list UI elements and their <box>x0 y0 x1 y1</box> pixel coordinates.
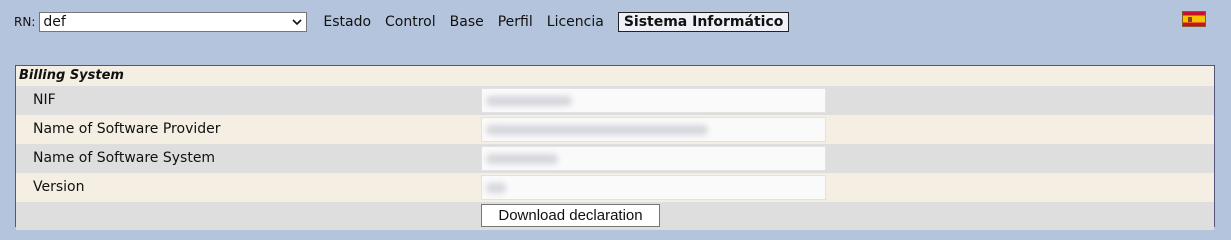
redacted-value <box>486 125 708 135</box>
software-provider-field[interactable] <box>481 117 826 142</box>
redacted-value <box>486 183 506 193</box>
version-row: Version <box>16 173 1214 202</box>
version-field[interactable] <box>481 175 826 200</box>
nav-perfil[interactable]: Perfil <box>498 14 533 30</box>
rn-label: RN: <box>14 15 36 29</box>
software-provider-label: Name of Software Provider <box>33 121 221 137</box>
software-system-row: Name of Software System <box>16 144 1214 173</box>
download-declaration-button[interactable]: Download declaration <box>481 204 660 227</box>
software-provider-row: Name of Software Provider <box>16 115 1214 144</box>
spain-flag-icon[interactable] <box>1182 11 1206 27</box>
top-bar: RN: def Estado Control Base Perfil Licen… <box>14 11 790 33</box>
billing-system-title: Billing System <box>16 66 1214 86</box>
redacted-value <box>486 154 558 164</box>
nav-base[interactable]: Base <box>450 14 484 30</box>
nav-estado[interactable]: Estado <box>323 14 371 30</box>
download-row: Download declaration <box>16 202 1214 230</box>
redacted-value <box>486 96 572 106</box>
main-nav: Estado Control Base Perfil Licencia Sist… <box>323 12 790 32</box>
billing-system-panel: Billing System NIF Name of Software Prov… <box>15 65 1215 230</box>
flag-crest <box>1188 17 1192 22</box>
nif-field[interactable] <box>481 88 826 113</box>
nav-sistema-informatico[interactable]: Sistema Informático <box>617 12 790 32</box>
chevron-down-icon <box>292 19 302 26</box>
software-system-label: Name of Software System <box>33 150 216 166</box>
software-system-field[interactable] <box>481 146 826 171</box>
nif-label: NIF <box>33 92 56 108</box>
nif-row: NIF <box>16 86 1214 115</box>
nav-licencia[interactable]: Licencia <box>547 14 604 30</box>
rn-select-value: def <box>43 14 66 30</box>
nav-control[interactable]: Control <box>385 14 436 30</box>
version-label: Version <box>33 179 85 195</box>
rn-select[interactable]: def <box>39 12 308 32</box>
